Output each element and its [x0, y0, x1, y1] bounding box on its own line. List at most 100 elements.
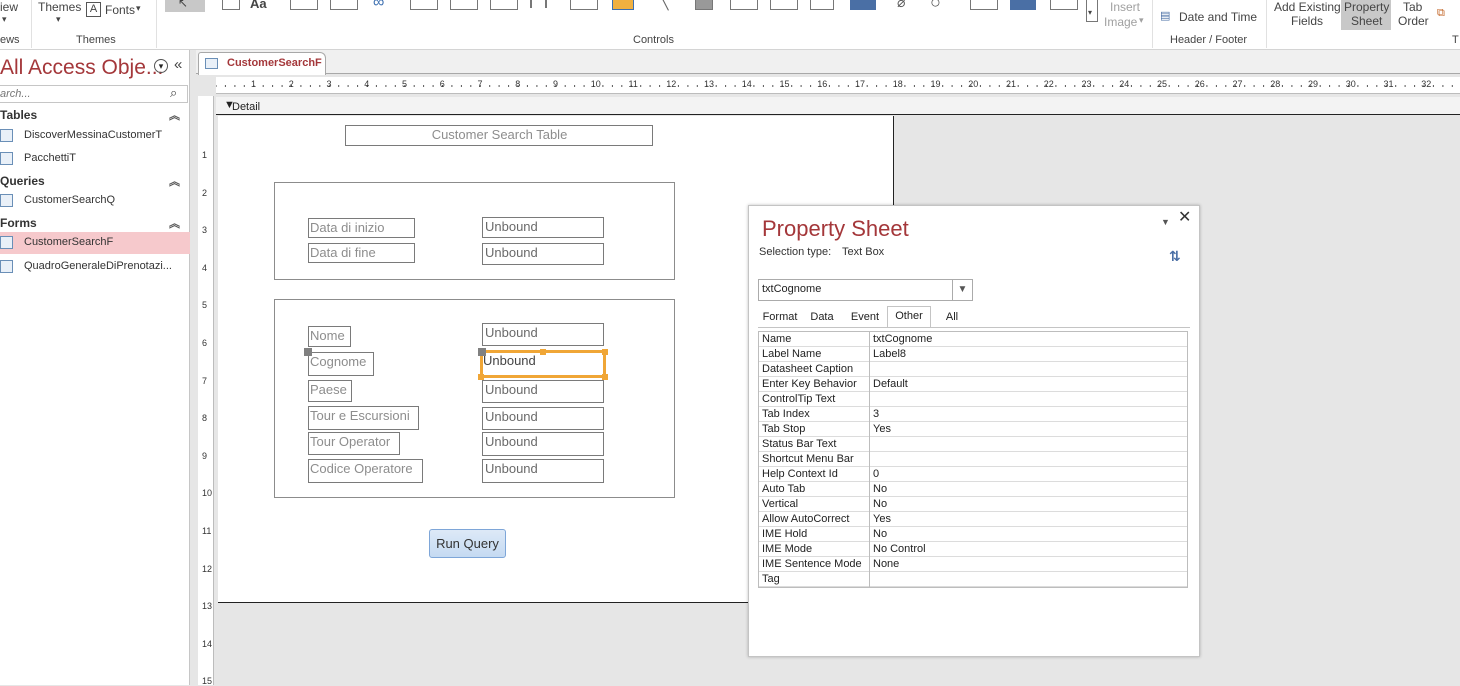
line-control-icon[interactable]: ╲	[660, 0, 668, 11]
themes-button[interactable]: Themes	[38, 0, 81, 14]
run-query-button[interactable]: Run Query	[429, 529, 506, 558]
nav-section-tables[interactable]: Tables ︽	[0, 106, 190, 126]
list-box-control-icon[interactable]	[730, 0, 758, 10]
nav-menu-dropdown-icon[interactable]: ▾	[154, 59, 168, 73]
add-existing-fields-label-1[interactable]: Add Existing	[1274, 0, 1341, 14]
rectangle-control-icon[interactable]	[770, 0, 798, 10]
text-codice-operatore[interactable]: Unbound	[482, 459, 604, 483]
property-value[interactable]: Yes	[873, 423, 891, 435]
text-nome[interactable]: Unbound	[482, 323, 604, 346]
add-existing-fields-label-2[interactable]: Fields	[1291, 14, 1323, 28]
nav-pane-title[interactable]: All Access Obje...	[0, 56, 163, 80]
label-tour-e-escursioni[interactable]: Tour e Escursioni	[308, 406, 419, 430]
property-row[interactable]: Enter Key Behavior Default	[759, 377, 1187, 392]
tab-event[interactable]: Event	[846, 309, 884, 327]
textbox-control-icon[interactable]	[222, 0, 240, 10]
horizontal-ruler[interactable]: 1 2 3 4 5 6 7 8 9 10 11 12 13 14 15 16 17 18 19 20 21 22 23 24 2…	[216, 77, 1460, 94]
property-row[interactable]: IME Hold No	[759, 527, 1187, 542]
property-row[interactable]: ControlTip Text	[759, 392, 1187, 407]
label-codice-operatore[interactable]: Codice Operatore	[308, 459, 423, 483]
detail-section-bar[interactable]: ▼ Detail	[216, 97, 1460, 115]
unbound-object-control-icon[interactable]	[850, 0, 876, 10]
subform-control-icon[interactable]	[970, 0, 998, 10]
nav-collapse-icon[interactable]: «	[174, 56, 182, 73]
property-value[interactable]: Default	[873, 378, 908, 390]
fonts-button[interactable]: Fonts	[105, 3, 135, 17]
property-row[interactable]: Name txtCognome	[759, 332, 1187, 347]
chevron-up-icon[interactable]: ︽	[169, 173, 180, 189]
form-title-label[interactable]: Customer Search Table	[345, 125, 653, 146]
label-control-icon[interactable]: Aa	[250, 0, 267, 11]
date-time-button[interactable]: Date and Time	[1179, 10, 1257, 24]
chevron-down-icon[interactable]: ▼	[952, 280, 972, 300]
tab-order-label-2[interactable]: Order	[1398, 14, 1429, 28]
property-row[interactable]: IME Sentence Mode None	[759, 557, 1187, 572]
combo-box-control-icon[interactable]	[570, 0, 598, 10]
navigation-control-icon[interactable]	[450, 0, 478, 10]
property-row[interactable]: Tag	[759, 572, 1187, 587]
property-row[interactable]: Tab Stop Yes	[759, 422, 1187, 437]
property-value[interactable]: No Control	[873, 543, 926, 555]
search-icon[interactable]: ⌕	[170, 85, 177, 101]
close-icon[interactable]: ✕	[1178, 210, 1191, 226]
property-row[interactable]: Tab Index 3	[759, 407, 1187, 422]
tab-customersearchf[interactable]: CustomerSearchF	[198, 52, 326, 75]
pane-options-dropdown-icon[interactable]: ▼	[1161, 217, 1170, 227]
subform-new-window-icon[interactable]: ⧉	[1437, 7, 1445, 20]
nav-search-input[interactable]	[0, 87, 160, 101]
property-row[interactable]: Vertical No	[759, 497, 1187, 512]
property-value[interactable]: None	[873, 558, 899, 570]
property-row[interactable]: Allow AutoCorrect Yes	[759, 512, 1187, 527]
gallery-scroll-icon[interactable]: ▾	[1088, 8, 1092, 17]
nav-search-box[interactable]: ⌕	[0, 85, 188, 103]
nav-item-discovermessinacustomert[interactable]: DiscoverMessinaCustomerT	[0, 125, 190, 147]
property-row[interactable]: Auto Tab No	[759, 482, 1187, 497]
label-data-di-inizio[interactable]: Data di inizio	[308, 218, 415, 238]
text-data-di-inizio[interactable]: Unbound	[482, 217, 604, 238]
tab-data[interactable]: Data	[806, 309, 838, 327]
property-row[interactable]: Help Context Id 0	[759, 467, 1187, 482]
property-row[interactable]: Label Name Label8	[759, 347, 1187, 362]
web-browser-control-icon[interactable]	[410, 0, 438, 10]
chevron-up-icon[interactable]: ︽	[169, 215, 180, 231]
option-button-control-icon[interactable]: ○	[930, 0, 941, 13]
nav-item-customersearchq[interactable]: CustomerSearchQ	[0, 190, 190, 212]
tab-control-icon[interactable]	[330, 0, 358, 10]
text-tour-e-escursioni[interactable]: Unbound	[482, 407, 604, 430]
label-cognome[interactable]: Cognome	[308, 352, 374, 376]
chart-control-icon[interactable]	[612, 0, 634, 10]
control-selector-combo[interactable]: txtCognome ▼	[758, 279, 973, 301]
tab-order-label-1[interactable]: Tab	[1403, 0, 1422, 14]
property-row[interactable]: IME Mode No Control	[759, 542, 1187, 557]
insert-image-label-2[interactable]: Image	[1104, 15, 1137, 29]
view-button[interactable]: iew	[0, 0, 18, 14]
nav-item-quadrogeneraledprenotazi[interactable]: QuadroGeneraleDiPrenotazi...	[0, 256, 190, 278]
label-data-di-fine[interactable]: Data di fine	[308, 243, 415, 263]
move-handle[interactable]	[304, 348, 312, 356]
property-value[interactable]: No	[873, 483, 887, 495]
tab-format[interactable]: Format	[758, 309, 802, 327]
property-value[interactable]: No	[873, 498, 887, 510]
text-data-di-fine[interactable]: Unbound	[482, 243, 604, 265]
checkbox-control-icon[interactable]	[810, 0, 834, 10]
ruler-corner[interactable]	[198, 96, 214, 114]
insert-image-dropdown-icon[interactable]: ▾	[1139, 15, 1144, 26]
image-control-icon[interactable]	[1050, 0, 1078, 10]
property-value[interactable]: Label8	[873, 348, 906, 360]
label-nome[interactable]: Nome	[308, 326, 351, 347]
option-group-control-icon[interactable]	[490, 0, 518, 10]
button-control-icon[interactable]	[290, 0, 318, 10]
page-break-control-icon[interactable]	[530, 0, 532, 8]
resize-handle[interactable]	[540, 349, 546, 355]
property-row[interactable]: Datasheet Caption	[759, 362, 1187, 377]
sort-az-icon[interactable]: ⇅	[1169, 248, 1181, 265]
property-value[interactable]: Yes	[873, 513, 891, 525]
nav-item-pacchettit[interactable]: PacchettiT	[0, 148, 190, 170]
property-value[interactable]: txtCognome	[873, 333, 932, 345]
vertical-ruler[interactable]: 1 2 3 4 5 6 7 8 9 10 11 12 13 14 15	[198, 114, 214, 686]
view-dropdown-icon[interactable]: ▾	[2, 14, 7, 25]
bound-object-control-icon[interactable]	[1010, 0, 1036, 10]
nav-section-forms[interactable]: Forms ︽	[0, 214, 190, 234]
property-value[interactable]: 0	[873, 468, 879, 480]
tab-all[interactable]: All	[939, 309, 965, 327]
